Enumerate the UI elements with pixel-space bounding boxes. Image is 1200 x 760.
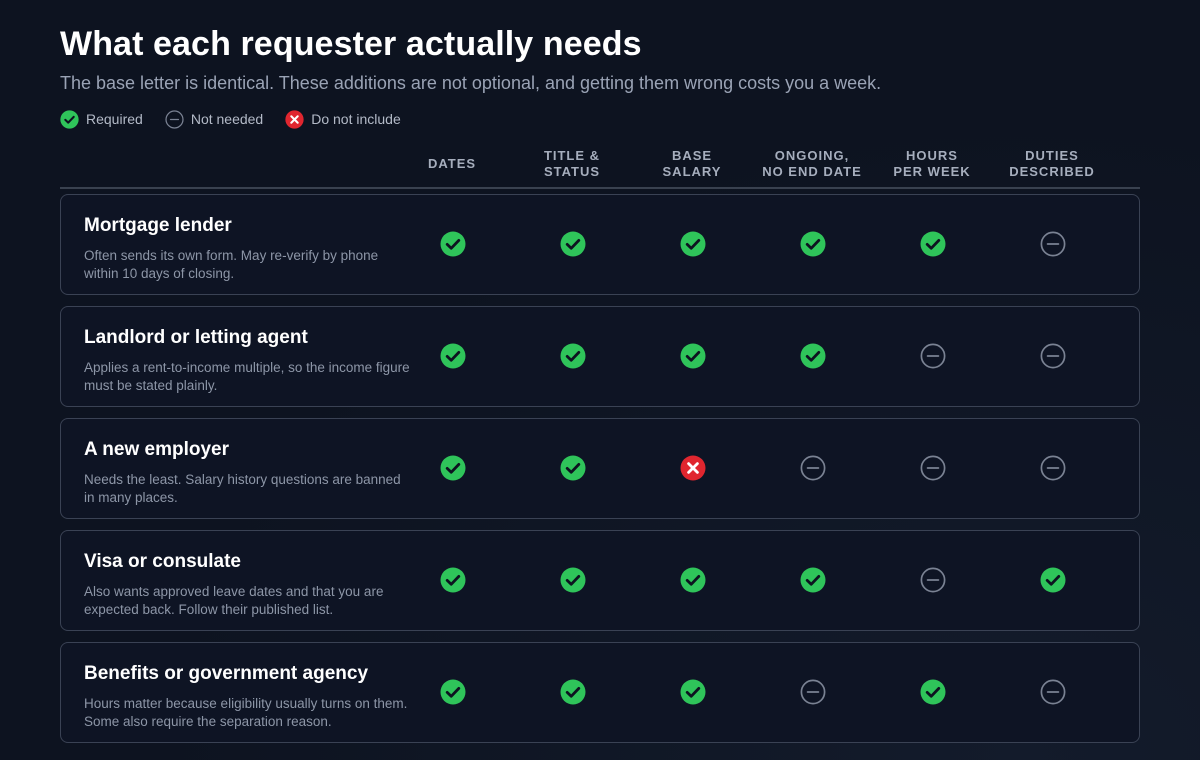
minus-circle-icon xyxy=(800,455,826,481)
requester-description: Also wants approved leave dates and that… xyxy=(84,584,384,617)
check-circle-icon xyxy=(560,679,586,705)
check-circle-icon xyxy=(560,567,586,593)
x-circle-icon xyxy=(680,455,706,481)
requester-name: Landlord or letting agent xyxy=(84,327,308,348)
requester-name: A new employer xyxy=(84,439,230,460)
check-circle-icon xyxy=(800,231,826,257)
check-circle-icon xyxy=(920,679,946,705)
requester-description: Hours matter because eligibility usually… xyxy=(84,696,408,729)
requester-row: Benefits or government agency Hours matte… xyxy=(60,642,1140,743)
requester-description: Applies a rent-to-income multiple, so th… xyxy=(84,360,410,393)
requester-row: Landlord or letting agent Applies a rent-… xyxy=(60,306,1140,407)
check-circle-icon xyxy=(920,231,946,257)
requester-description: Often sends its own form. May re-verify … xyxy=(84,248,379,281)
check-circle-icon xyxy=(1040,567,1066,593)
check-circle-icon xyxy=(440,679,466,705)
legend-item-do-not-include: Do not include xyxy=(285,109,401,129)
check-circle-icon xyxy=(680,343,706,369)
page-title: What each requester actually needs xyxy=(60,25,642,63)
requester-name: Mortgage lender xyxy=(84,215,232,236)
legend-label: Do not include xyxy=(311,111,401,127)
minus-circle-icon xyxy=(1040,455,1066,481)
header-divider xyxy=(60,187,1140,189)
check-circle-icon xyxy=(680,567,706,593)
check-circle-icon xyxy=(440,567,466,593)
check-circle-icon xyxy=(440,231,466,257)
check-circle-icon xyxy=(560,231,586,257)
minus-circle-icon xyxy=(1040,679,1066,705)
column-header: HOURS PER WEEK xyxy=(893,148,971,179)
legend: Required Not needed Do not include xyxy=(60,109,423,129)
minus-circle-icon xyxy=(920,567,946,593)
check-circle-icon xyxy=(440,455,466,481)
requester-description: Needs the least. Salary history question… xyxy=(84,472,401,505)
legend-label: Not needed xyxy=(190,111,264,127)
legend-item-required: Required xyxy=(60,109,143,129)
x-circle-icon xyxy=(285,109,304,129)
legend-label: Required xyxy=(86,111,143,127)
minus-circle-icon xyxy=(800,679,826,705)
check-circle-icon xyxy=(800,567,826,593)
requester-row: Mortgage lender Often sends its own form.… xyxy=(60,194,1140,295)
check-circle-icon xyxy=(560,343,586,369)
minus-circle-icon xyxy=(1040,343,1066,369)
legend-item-not-needed: Not needed xyxy=(165,109,264,129)
check-circle-icon xyxy=(60,109,79,129)
requester-name: Visa or consulate xyxy=(84,551,241,572)
requester-name: Benefits or government agency xyxy=(84,663,369,684)
column-header: ONGOING, NO END DATE xyxy=(762,148,862,179)
page-subtitle: The base letter is identical. These addi… xyxy=(60,73,882,93)
check-circle-icon xyxy=(800,343,826,369)
column-header: DATES xyxy=(427,156,477,171)
minus-circle-icon xyxy=(1040,231,1066,257)
minus-circle-icon xyxy=(920,343,946,369)
check-circle-icon xyxy=(680,231,706,257)
minus-circle-icon xyxy=(920,455,946,481)
minus-circle-icon xyxy=(165,109,184,129)
check-circle-icon xyxy=(680,679,706,705)
column-header: BASE SALARY xyxy=(662,148,722,179)
requester-row: Visa or consulate Also wants approved lea… xyxy=(60,530,1140,631)
check-circle-icon xyxy=(560,455,586,481)
column-header: DUTIES DESCRIBED xyxy=(1009,148,1095,179)
column-header: TITLE & STATUS xyxy=(543,148,601,179)
requester-row: A new employer Needs the least. Salary hi… xyxy=(60,418,1140,519)
check-circle-icon xyxy=(440,343,466,369)
